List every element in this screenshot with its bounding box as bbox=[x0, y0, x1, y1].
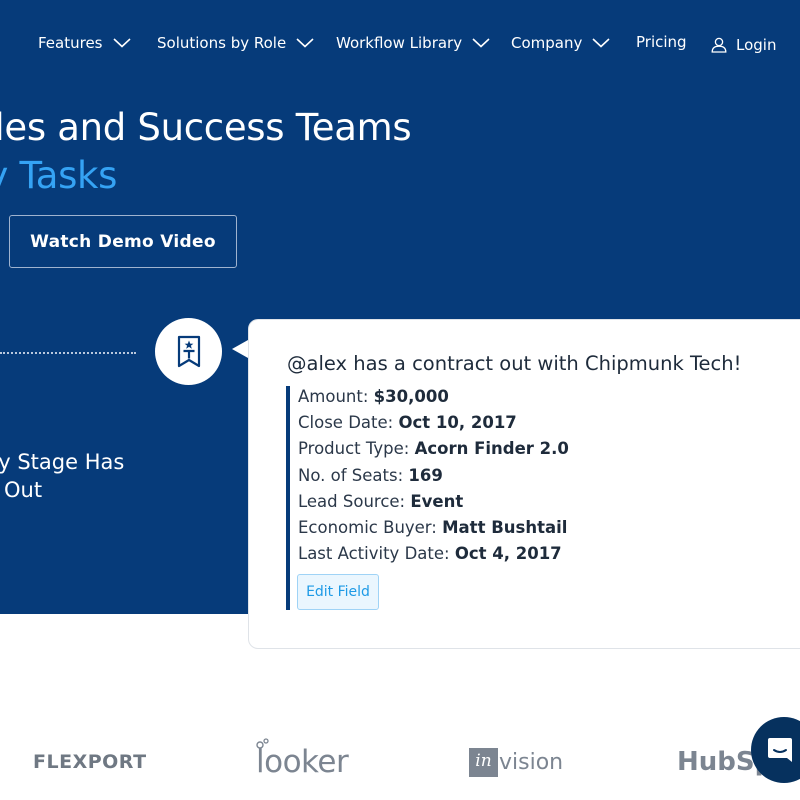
login-link[interactable]: Login bbox=[711, 34, 776, 56]
edit-field-button[interactable]: Edit Field bbox=[297, 574, 379, 610]
field-label: Amount: bbox=[298, 387, 369, 406]
field-amount: Amount: $30,000 bbox=[298, 384, 569, 410]
looker-dots-icon bbox=[256, 738, 269, 749]
badge-shield-icon bbox=[177, 335, 200, 367]
nav-solutions-by-role[interactable]: Solutions by Role bbox=[157, 32, 314, 54]
card-pointer bbox=[232, 340, 248, 358]
field-label: Lead Source: bbox=[298, 491, 406, 511]
looker-logo: looker bbox=[256, 738, 349, 784]
field-value: $30,000 bbox=[373, 387, 449, 406]
side-text-line1: ty Stage Has bbox=[0, 450, 125, 474]
side-text-line2: Out bbox=[4, 478, 43, 502]
chat-bubble-icon bbox=[768, 738, 792, 762]
field-label: No. of Seats: bbox=[298, 465, 404, 485]
field-value: 169 bbox=[408, 465, 443, 485]
field-value: Event bbox=[410, 491, 464, 511]
card-title: @alex has a contract out with Chipmunk T… bbox=[287, 352, 742, 375]
card-fields: Amount: $30,000 Close Date: Oct 10, 2017… bbox=[298, 384, 569, 567]
field-label: Economic Buyer: bbox=[298, 518, 437, 538]
chevron-down-icon bbox=[472, 38, 490, 48]
field-value: Matt Bushtail bbox=[442, 518, 568, 538]
field-value: Acorn Finder 2.0 bbox=[414, 439, 569, 459]
field-label: Product Type: bbox=[298, 439, 410, 459]
field-close-date: Close Date: Oct 10, 2017 bbox=[298, 410, 569, 436]
invision-logo-text: vision bbox=[499, 749, 564, 775]
card-accent-bar bbox=[286, 386, 290, 610]
nav-features-label: Features bbox=[38, 34, 103, 52]
hero-headline-line1: ales and Success Teams bbox=[0, 106, 412, 149]
field-lead-source: Lead Source: Event bbox=[298, 489, 569, 515]
nav-workflow-label: Workflow Library bbox=[336, 34, 463, 52]
field-product-type: Product Type: Acorn Finder 2.0 bbox=[298, 436, 569, 462]
field-value: Oct 10, 2017 bbox=[398, 413, 517, 433]
top-navigation: Features Solutions by Role Workflow Libr… bbox=[0, 0, 800, 86]
nav-company[interactable]: Company bbox=[511, 32, 610, 54]
field-label: Close Date: bbox=[298, 413, 394, 433]
flexport-logo: FLEXPORT bbox=[33, 740, 147, 784]
field-label: Last Activity Date: bbox=[298, 544, 450, 564]
star-t-badge-icon bbox=[155, 318, 222, 385]
notification-card: @alex has a contract out with Chipmunk T… bbox=[248, 319, 800, 649]
chevron-down-icon bbox=[296, 38, 314, 48]
nav-workflow-library[interactable]: Workflow Library bbox=[336, 32, 490, 54]
invision-logo: in vision bbox=[469, 740, 563, 784]
chevron-down-icon bbox=[592, 38, 610, 48]
field-economic-buyer: Economic Buyer: Matt Bushtail bbox=[298, 515, 569, 541]
dotted-connector bbox=[0, 352, 136, 354]
nav-pricing-label: Pricing bbox=[636, 33, 687, 51]
nav-features[interactable]: Features bbox=[38, 32, 131, 54]
chevron-down-icon bbox=[112, 38, 131, 48]
hero-side-text: ty Stage Has Out bbox=[0, 448, 124, 504]
hero-headline-line2: ey Tasks bbox=[0, 154, 118, 197]
field-seats: No. of Seats: 169 bbox=[298, 463, 569, 489]
nav-pricing[interactable]: Pricing bbox=[636, 31, 687, 53]
nav-company-label: Company bbox=[511, 34, 583, 52]
watch-demo-video-button[interactable]: Watch Demo Video bbox=[9, 215, 237, 268]
invision-logo-mark: in bbox=[469, 747, 498, 777]
flexport-logo-text: FLEXPORT bbox=[33, 751, 147, 773]
login-label: Login bbox=[736, 36, 777, 54]
nav-solutions-label: Solutions by Role bbox=[157, 34, 287, 52]
user-icon bbox=[711, 37, 727, 53]
field-last-activity: Last Activity Date: Oct 4, 2017 bbox=[298, 541, 569, 567]
field-value: Oct 4, 2017 bbox=[454, 544, 562, 564]
